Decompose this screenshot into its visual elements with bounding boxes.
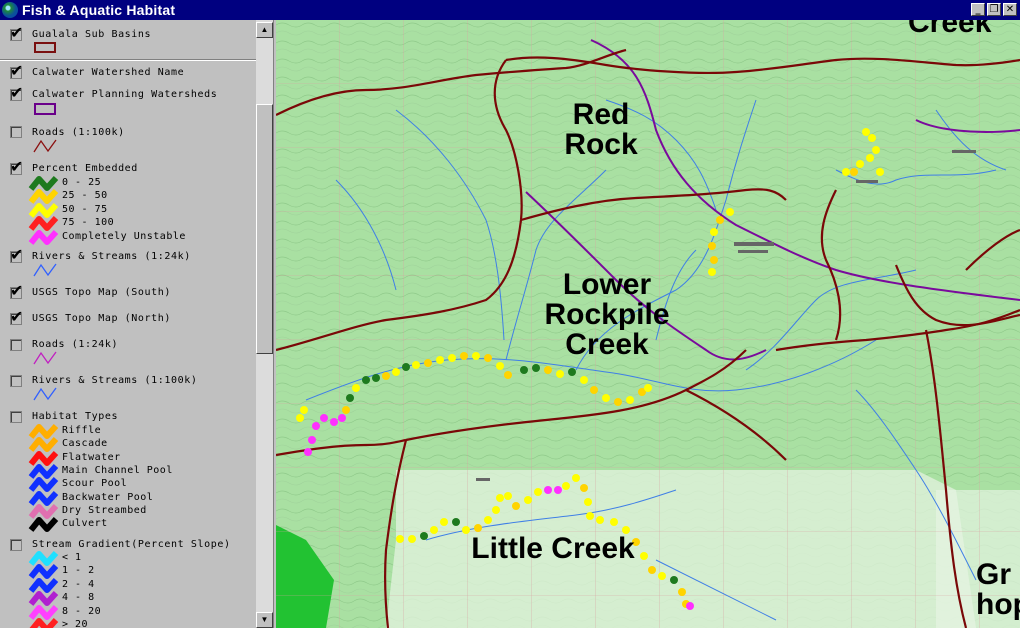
legend-scrollbar[interactable]: ▲ ▼	[256, 20, 273, 628]
planning-watershed-symbol	[34, 103, 56, 115]
check-icon: ✔	[10, 83, 24, 102]
map-label-lower-rockpile-creek: Lower Rockpile Creek	[544, 268, 670, 361]
habitat-types-item-label: Cascade	[62, 438, 108, 450]
road-line-symbol	[33, 139, 57, 153]
scroll-down-button[interactable]: ▼	[256, 612, 273, 628]
habitat-types-item-label: Flatwater	[62, 451, 121, 463]
layer-checkbox-roads-100k[interactable]	[10, 126, 22, 138]
map-label-creek: Creek	[908, 20, 992, 39]
layer-label: Rivers & Streams (1:100k)	[32, 375, 198, 386]
legend-panel: ✔ Gualala Sub Basins ✔ Calwater Watershe…	[0, 20, 256, 628]
stream-gradient-item-label: 4 - 8	[62, 592, 95, 604]
layer-label: Percent Embedded	[32, 163, 138, 174]
percent-embedded-item-label: 75 - 100	[62, 217, 115, 229]
stream-line-symbol	[33, 263, 57, 277]
map-label-little-creek: Little Creek	[471, 532, 635, 565]
layer-checkbox-calwater-watershed-name[interactable]: ✔	[10, 63, 23, 79]
layer-checkbox-calwater-planning-watersheds[interactable]: ✔	[10, 85, 23, 101]
habitat-types-item-label: Culvert	[62, 518, 108, 530]
scroll-thumb[interactable]	[256, 104, 273, 354]
map-view[interactable]: Creek Red Rock Lower Rockpile Creek Litt…	[276, 20, 1020, 628]
arrow-down-icon: ▼	[260, 615, 269, 624]
check-icon: ✔	[10, 61, 24, 80]
percent-embedded-item-label: 50 - 75	[62, 203, 108, 215]
stream-gradient-item-label: 8 - 20	[62, 605, 102, 617]
close-button[interactable]: ✕	[1003, 3, 1017, 16]
habitat-types-item-label: Dry Streambed	[62, 504, 147, 516]
habitat-types-item-label: Backwater Pool	[62, 491, 154, 503]
check-icon: ✔	[10, 23, 24, 42]
map-label-gr-hop: Gr hop	[976, 558, 1020, 621]
scroll-up-button[interactable]: ▲	[256, 22, 273, 38]
layer-label: Roads (1:24k)	[32, 339, 119, 350]
stream-gradient-item-label: 2 - 4	[62, 578, 95, 590]
layer-checkbox-gualala-sub-basins[interactable]: ✔	[10, 25, 23, 41]
stream-gradient-item-label: > 20	[62, 619, 89, 628]
stream-line-symbol	[33, 387, 57, 401]
sub-basin-symbol	[34, 42, 56, 53]
habitat-types-swatch-icon	[28, 517, 59, 533]
layer-label: Stream Gradient(Percent Slope)	[32, 539, 231, 550]
layer-checkbox-usgs-topo-north[interactable]: ✔	[10, 309, 23, 325]
check-icon: ✔	[10, 157, 24, 176]
layer-label: Roads (1:100k)	[32, 127, 125, 138]
app-window: Fish & Aquatic Habitat _ ❐ ✕ ✔ Gualala S…	[0, 0, 1020, 628]
habitat-types-item-label: Main Channel Pool	[62, 464, 173, 476]
minimize-button[interactable]: _	[971, 3, 985, 16]
title-bar[interactable]: Fish & Aquatic Habitat _ ❐ ✕	[0, 0, 1020, 20]
layer-checkbox-usgs-topo-south[interactable]: ✔	[10, 283, 23, 299]
percent-embedded-item-label: Completely Unstable	[62, 230, 186, 242]
habitat-types-item-label: Scour Pool	[62, 478, 128, 490]
percent-embedded-swatch-icon	[28, 229, 59, 245]
stream-gradient-item-label: 1 - 2	[62, 565, 95, 577]
percent-embedded-item-label: 25 - 50	[62, 190, 108, 202]
habitat-types-item-label: Riffle	[62, 425, 102, 436]
arrow-up-icon: ▲	[260, 25, 269, 34]
globe-icon[interactable]	[2, 2, 18, 18]
layer-label: USGS Topo Map (North)	[32, 313, 172, 324]
map-label-red-rock: Red Rock	[564, 98, 638, 161]
stream-gradient-item-label: < 1	[62, 552, 82, 563]
layer-label: Calwater Planning Watersheds	[32, 89, 218, 100]
divider	[0, 59, 256, 61]
layer-label: Rivers & Streams (1:24k)	[32, 251, 191, 262]
layer-checkbox-rivers-streams-100k[interactable]	[10, 375, 22, 387]
window-title: Fish & Aquatic Habitat	[22, 2, 176, 18]
layer-checkbox-percent-embedded[interactable]: ✔	[10, 159, 23, 175]
layer-checkbox-habitat-types[interactable]	[10, 411, 22, 423]
stream-gradient-swatch-icon	[29, 617, 59, 628]
check-icon: ✔	[10, 307, 24, 326]
layer-label: Gualala Sub Basins	[32, 29, 152, 40]
layer-label: USGS Topo Map (South)	[32, 287, 172, 298]
check-icon: ✔	[10, 245, 24, 264]
layer-checkbox-rivers-streams-24k[interactable]: ✔	[10, 247, 23, 263]
restore-button[interactable]: ❐	[987, 3, 1001, 16]
layer-label: Calwater Watershed Name	[32, 67, 185, 78]
check-icon: ✔	[10, 281, 24, 300]
layer-checkbox-stream-gradient[interactable]	[10, 539, 22, 551]
percent-embedded-item-label: 0 - 25	[62, 177, 102, 188]
road-line-symbol	[33, 351, 57, 365]
layer-label: Habitat Types	[32, 411, 119, 422]
layer-checkbox-roads-24k[interactable]	[10, 339, 22, 351]
